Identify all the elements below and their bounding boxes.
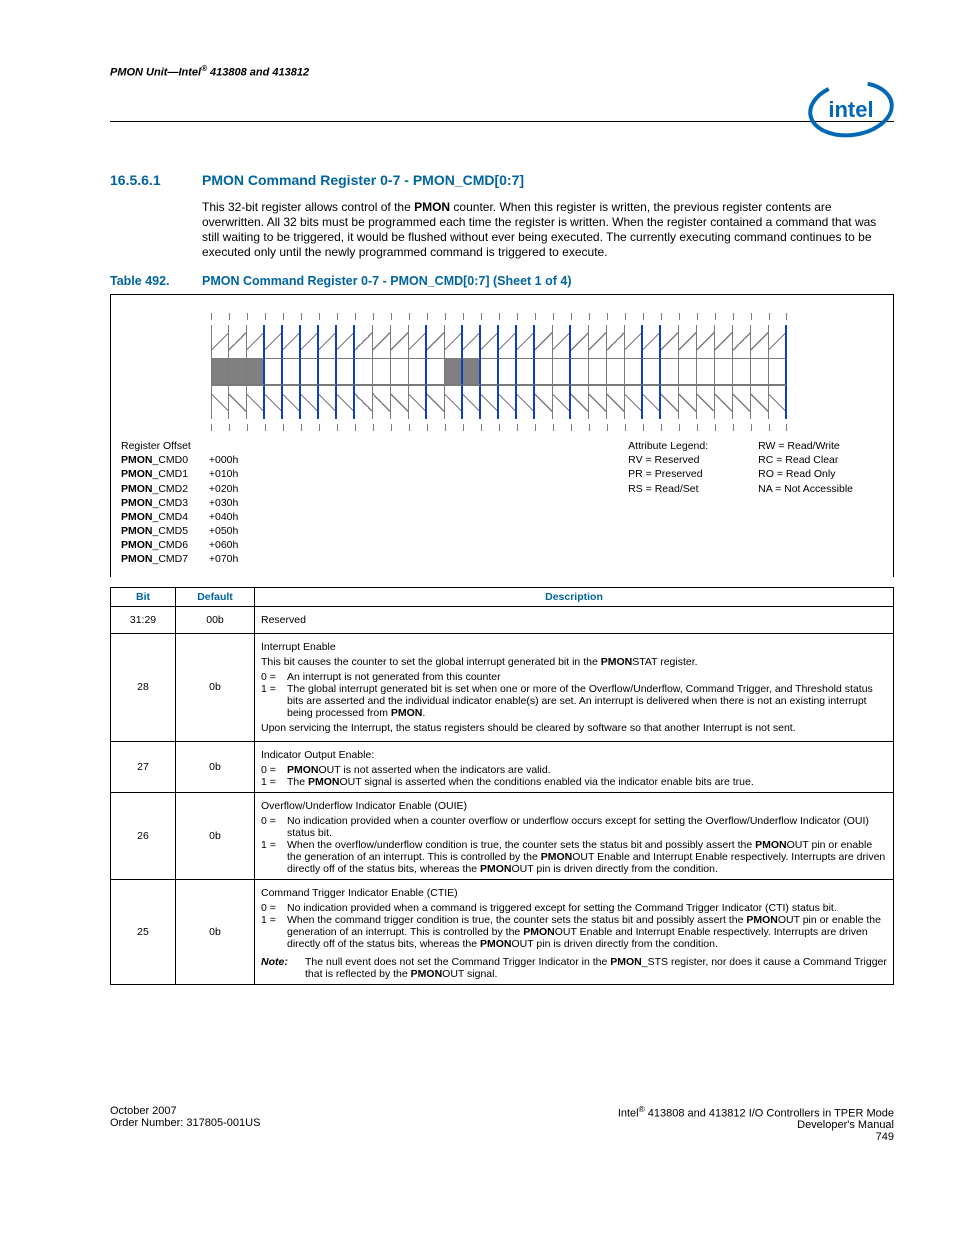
footer-right: Intel® 413808 and 413812 I/O Controllers… [618, 1105, 894, 1144]
table-row: 260bOverflow/Underflow Indicator Enable … [111, 792, 894, 879]
section-heading: 16.5.6.1PMON Command Register 0-7 - PMON… [110, 172, 894, 188]
section-title: PMON Command Register 0-7 - PMON_CMD[0:7… [202, 172, 524, 188]
table-row: 270bIndicator Output Enable:0 =PMONOUT i… [111, 741, 894, 792]
table-row: 280bInterrupt EnableThis bit causes the … [111, 633, 894, 741]
register-diagram-frame: Register OffsetPMON_CMD0PMON_CMD1PMON_CM… [110, 294, 894, 577]
page-header: PMON Unit—Intel® 413808 and 413812 intel [110, 60, 894, 122]
intel-logo: intel [808, 80, 894, 141]
section-paragraph: This 32-bit register allows control of t… [202, 200, 894, 260]
svg-text:intel: intel [828, 97, 873, 122]
footer-left: October 2007 Order Number: 317805-001US [110, 1105, 260, 1144]
th-default: Default [176, 587, 255, 606]
table-row: 31:2900bReserved [111, 606, 894, 633]
th-bit: Bit [111, 587, 176, 606]
table-row: 250bCommand Trigger Indicator Enable (CT… [111, 879, 894, 984]
bit-description-table: Bit Default Description 31:2900bReserved… [110, 587, 894, 985]
offsets-and-legend: Register OffsetPMON_CMD0PMON_CMD1PMON_CM… [121, 439, 883, 567]
page-footer: October 2007 Order Number: 317805-001US … [110, 1105, 894, 1144]
header-title: PMON Unit—Intel® 413808 and 413812 [110, 60, 309, 79]
attribute-legend: Attribute Legend:RV = ReservedPR = Prese… [628, 439, 883, 567]
register-offsets: Register OffsetPMON_CMD0PMON_CMD1PMON_CM… [121, 439, 238, 567]
bit-grid [211, 313, 883, 431]
th-description: Description [255, 587, 894, 606]
table-caption: Table 492.PMON Command Register 0-7 - PM… [110, 274, 894, 288]
section-number: 16.5.6.1 [110, 172, 202, 188]
